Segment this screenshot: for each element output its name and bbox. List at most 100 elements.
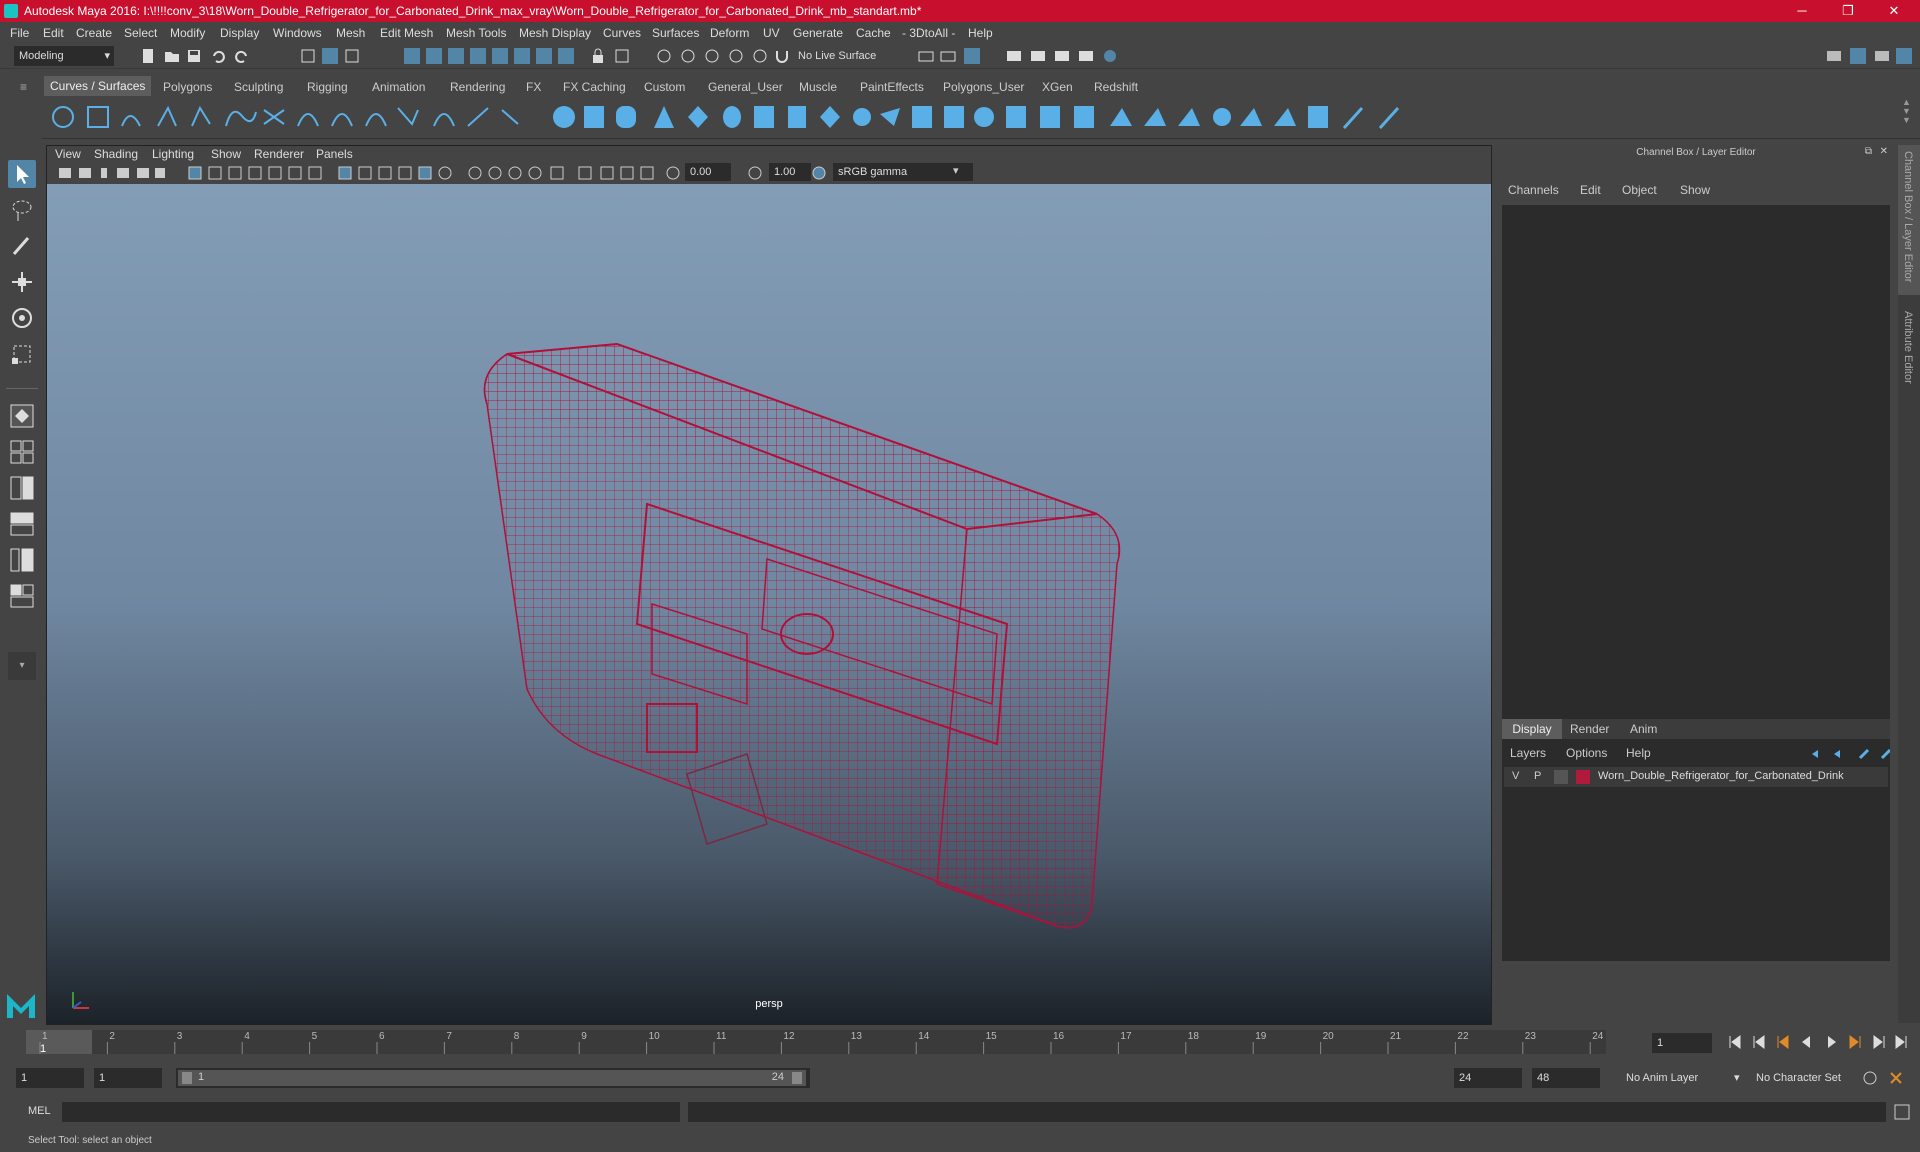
range-end-handle[interactable] [792,1072,802,1084]
single-pane-layout-icon[interactable] [8,438,36,466]
snap-point-icon[interactable] [448,48,464,64]
time-ruler-track[interactable] [26,1030,1606,1054]
hypershade-layout-icon[interactable] [8,582,36,610]
live-surface-label[interactable]: No Live Surface [798,50,876,62]
tab-rigging[interactable]: Rigging [301,78,354,96]
menu-select[interactable]: Select [124,26,157,40]
viewport-menu-show[interactable]: Show [211,147,241,161]
tab-render[interactable]: Render [1570,719,1609,739]
move-tool-icon[interactable] [8,268,36,296]
start-frame-field[interactable]: 1 [16,1068,84,1088]
render-view-icon[interactable] [964,48,980,64]
layer-visibility-toggle[interactable]: V [1512,770,1519,782]
character-set-dropdown[interactable]: No Character Set [1750,1068,1860,1088]
tab-general-user[interactable]: General_User [702,78,789,96]
snap-grid-icon[interactable] [404,48,420,64]
menu-edit[interactable]: Edit [43,26,64,40]
maximize-button[interactable]: ❐ [1828,2,1868,20]
render-frame-icon[interactable] [1006,48,1022,64]
paint-select-tool-icon[interactable] [8,232,36,260]
tab-curves-surfaces[interactable]: Curves / Surfaces [44,76,152,96]
ipr-render-icon[interactable] [728,48,744,64]
shelf-scroll-icon[interactable]: ▲ ▼ ▼ [1902,98,1911,125]
snap-surface-icon[interactable] [492,48,508,64]
rotate-tool-icon[interactable] [8,304,36,332]
tab-redshift[interactable]: Redshift [1088,78,1144,96]
current-frame-field[interactable]: 1 [1652,1033,1712,1053]
float-panel-icon[interactable]: ⧉ [1865,146,1872,157]
channel-box-toggle-icon[interactable] [1896,48,1912,64]
menu-generate[interactable]: Generate [793,26,843,40]
menu-3dtoall[interactable]: - 3DtoAll - [902,26,955,40]
snap-project-icon[interactable] [514,48,530,64]
tool-settings-icon[interactable] [1874,48,1890,64]
new-scene-icon[interactable] [140,48,156,64]
menu-mesh-tools[interactable]: Mesh Tools [446,26,506,40]
menu-create[interactable]: Create [76,26,112,40]
menu-mesh[interactable]: Mesh [336,26,365,40]
menu-display[interactable]: Display [220,26,259,40]
tab-anim[interactable]: Anim [1630,719,1657,739]
layer-row[interactable]: V P Worn_Double_Refrigerator_for_Carbona… [1504,767,1888,787]
input-ops-icon[interactable] [656,48,672,64]
save-scene-icon[interactable] [186,48,202,64]
script-editor-icon[interactable] [1894,1104,1910,1120]
menu-windows[interactable]: Windows [273,26,322,40]
layer-name[interactable]: Worn_Double_Refrigerator_for_Carbonated_… [1598,770,1844,782]
viewport-menu-shading[interactable]: Shading [94,147,138,161]
tab-polygons[interactable]: Polygons [157,78,218,96]
scale-tool-icon[interactable] [8,340,36,368]
menu-mesh-display[interactable]: Mesh Display [519,26,591,40]
tab-fx[interactable]: FX [520,78,547,96]
close-button[interactable]: ✕ [1874,2,1914,20]
command-input[interactable] [62,1102,680,1122]
select-tool-icon[interactable] [8,160,36,188]
attribute-editor-toggle-icon[interactable] [1850,48,1866,64]
outliner-layout-icon[interactable] [8,510,36,538]
lock-icon[interactable] [590,48,606,64]
cb-show-menu[interactable]: Show [1680,183,1710,197]
end-frame-field[interactable]: 48 [1532,1068,1600,1088]
menu-set-dropdown[interactable]: Modeling ▾ [14,46,114,66]
tab-display[interactable]: Display [1502,719,1562,739]
close-panel-icon[interactable]: ✕ [1880,146,1888,157]
layer-reference-toggle[interactable] [1554,770,1568,784]
select-by-hierarchy-icon[interactable] [300,48,316,64]
render-globals-icon[interactable] [1078,48,1094,64]
options-menu[interactable]: Options [1566,746,1607,760]
snap-live-icon[interactable] [558,48,574,64]
snap-center-icon[interactable] [536,48,552,64]
viewport-menu-view[interactable]: View [55,147,81,161]
tab-rendering[interactable]: Rendering [444,78,511,96]
tab-muscle[interactable]: Muscle [793,78,843,96]
menu-surfaces[interactable]: Surfaces [652,26,699,40]
two-pane-layout-icon[interactable] [8,474,36,502]
modeling-toolkit-icon[interactable] [1826,48,1842,64]
tab-xgen[interactable]: XGen [1036,78,1079,96]
time-slider[interactable]: 1 2 3 4 5 6 7 8 9 10 11 12 13 14 15 16 17 18 19 20 21 22 23 24 1… [0,1028,1920,1056]
playback-start-field[interactable]: 1 [94,1068,162,1088]
render-settings-icon[interactable] [752,48,768,64]
tab-fx-caching[interactable]: FX Caching [557,78,632,96]
tab-painteffects[interactable]: PaintEffects [854,78,930,96]
redo-icon[interactable] [234,48,250,64]
exposure-field[interactable]: 0.00 [685,163,731,181]
viewport-menu-lighting[interactable]: Lighting [152,147,194,161]
layer-color-swatch[interactable] [1576,770,1590,784]
playback-end-field[interactable]: 24 [1454,1068,1522,1088]
open-scene-icon[interactable] [164,48,180,64]
graph-layout-icon[interactable] [8,546,36,574]
gamma-field[interactable]: 1.00 [769,163,811,181]
channels-menu[interactable]: Channels [1508,183,1559,197]
viewport-3d-scene[interactable]: persp [47,184,1491,1024]
tab-animation[interactable]: Animation [366,78,431,96]
menu-uv[interactable]: UV [763,26,780,40]
side-tab-attribute-editor[interactable]: Attribute Editor [1898,305,1920,405]
snap-view-plane-icon[interactable] [470,48,486,64]
undo-icon[interactable] [210,48,226,64]
menu-help[interactable]: Help [968,26,993,40]
viewport-menu-renderer[interactable]: Renderer [254,147,304,161]
tab-custom[interactable]: Custom [638,78,691,96]
viewport-menu-panels[interactable]: Panels [316,147,353,161]
layout-options-icon[interactable]: ▾ [8,652,36,680]
